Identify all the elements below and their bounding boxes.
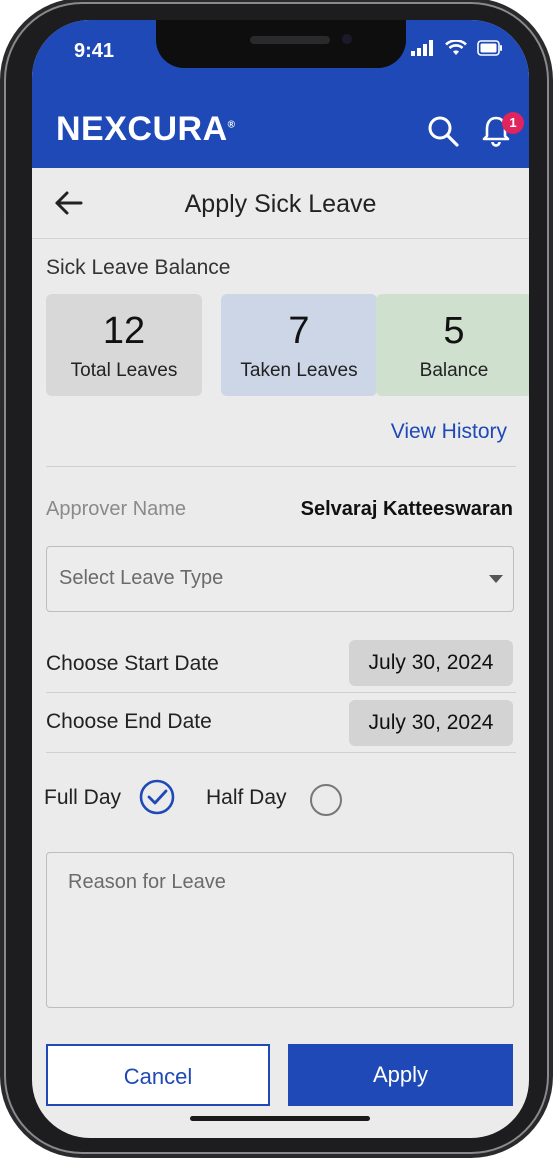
volume-up-button — [0, 272, 4, 336]
battery-icon — [477, 40, 502, 56]
full-day-label[interactable]: Full Day — [44, 786, 121, 810]
start-date-label: Choose Start Date — [46, 652, 219, 675]
leave-type-select[interactable]: Select Leave Type — [46, 546, 514, 612]
approver-label: Approver Name — [46, 498, 187, 520]
approver-value: Selvaraj Katteeswaran — [300, 498, 513, 520]
notch — [156, 20, 406, 68]
taken-leaves-value: 7 — [288, 310, 310, 352]
status-time: 9:41 — [74, 40, 115, 62]
status-bar: 9:41 — [32, 20, 529, 92]
power-button — [549, 312, 553, 412]
phone-frame: 9:41 NEXCURA® 1 Apply Sick Leave Sick Le… — [0, 2, 553, 1154]
front-camera — [342, 34, 352, 44]
speaker — [250, 36, 330, 44]
notification-badge[interactable]: 1 — [502, 112, 524, 134]
screen: 9:41 NEXCURA® 1 Apply Sick Leave Sick Le… — [32, 20, 529, 1138]
end-date-picker[interactable]: July 30, 2024 — [349, 700, 513, 746]
total-leaves-value: 12 — [102, 310, 146, 352]
apply-button[interactable]: Apply — [288, 1044, 513, 1106]
start-date-picker[interactable]: July 30, 2024 — [349, 640, 513, 686]
taken-leaves-label: Taken Leaves — [240, 360, 358, 381]
brand-registered-mark: ® — [227, 119, 236, 131]
page-header: Apply Sick Leave — [32, 168, 529, 239]
status-icons — [411, 40, 503, 56]
wifi-icon — [445, 40, 467, 55]
cancel-button[interactable]: Cancel — [46, 1044, 270, 1106]
reason-placeholder: Reason for Leave — [68, 871, 226, 893]
half-day-label[interactable]: Half Day — [206, 786, 287, 810]
search-icon[interactable] — [426, 114, 460, 148]
view-history-link[interactable]: View History — [391, 420, 507, 444]
balance-cards: 12 Total Leaves 7 Taken Leaves 5 Balance — [46, 294, 529, 396]
end-date-label: Choose End Date — [46, 710, 212, 733]
caret-down-icon — [489, 575, 503, 583]
brand-logo[interactable]: NEXCURA® — [56, 110, 236, 149]
total-leaves-card: 12 Total Leaves — [46, 294, 202, 396]
balance-value: 5 — [443, 310, 465, 352]
balance-label: Balance — [419, 360, 489, 381]
divider — [46, 692, 516, 693]
balance-card: 5 Balance — [376, 294, 529, 396]
divider — [46, 752, 516, 753]
full-day-radio-checked-icon[interactable] — [139, 779, 175, 815]
page-title: Apply Sick Leave — [184, 190, 377, 218]
divider — [46, 466, 516, 467]
half-day-radio[interactable] — [310, 784, 342, 816]
balance-heading: Sick Leave Balance — [46, 256, 231, 279]
taken-leaves-card: 7 Taken Leaves — [221, 294, 377, 396]
leave-type-placeholder: Select Leave Type — [59, 567, 224, 589]
app-bar: NEXCURA® 1 — [32, 92, 529, 168]
mute-switch — [0, 212, 4, 246]
home-indicator — [190, 1116, 370, 1121]
reason-textarea[interactable]: Reason for Leave — [46, 852, 514, 1008]
signal-icon — [411, 40, 433, 56]
total-leaves-label: Total Leaves — [70, 360, 178, 381]
brand-name: NEXCURA — [56, 110, 228, 148]
volume-down-button — [0, 350, 4, 414]
